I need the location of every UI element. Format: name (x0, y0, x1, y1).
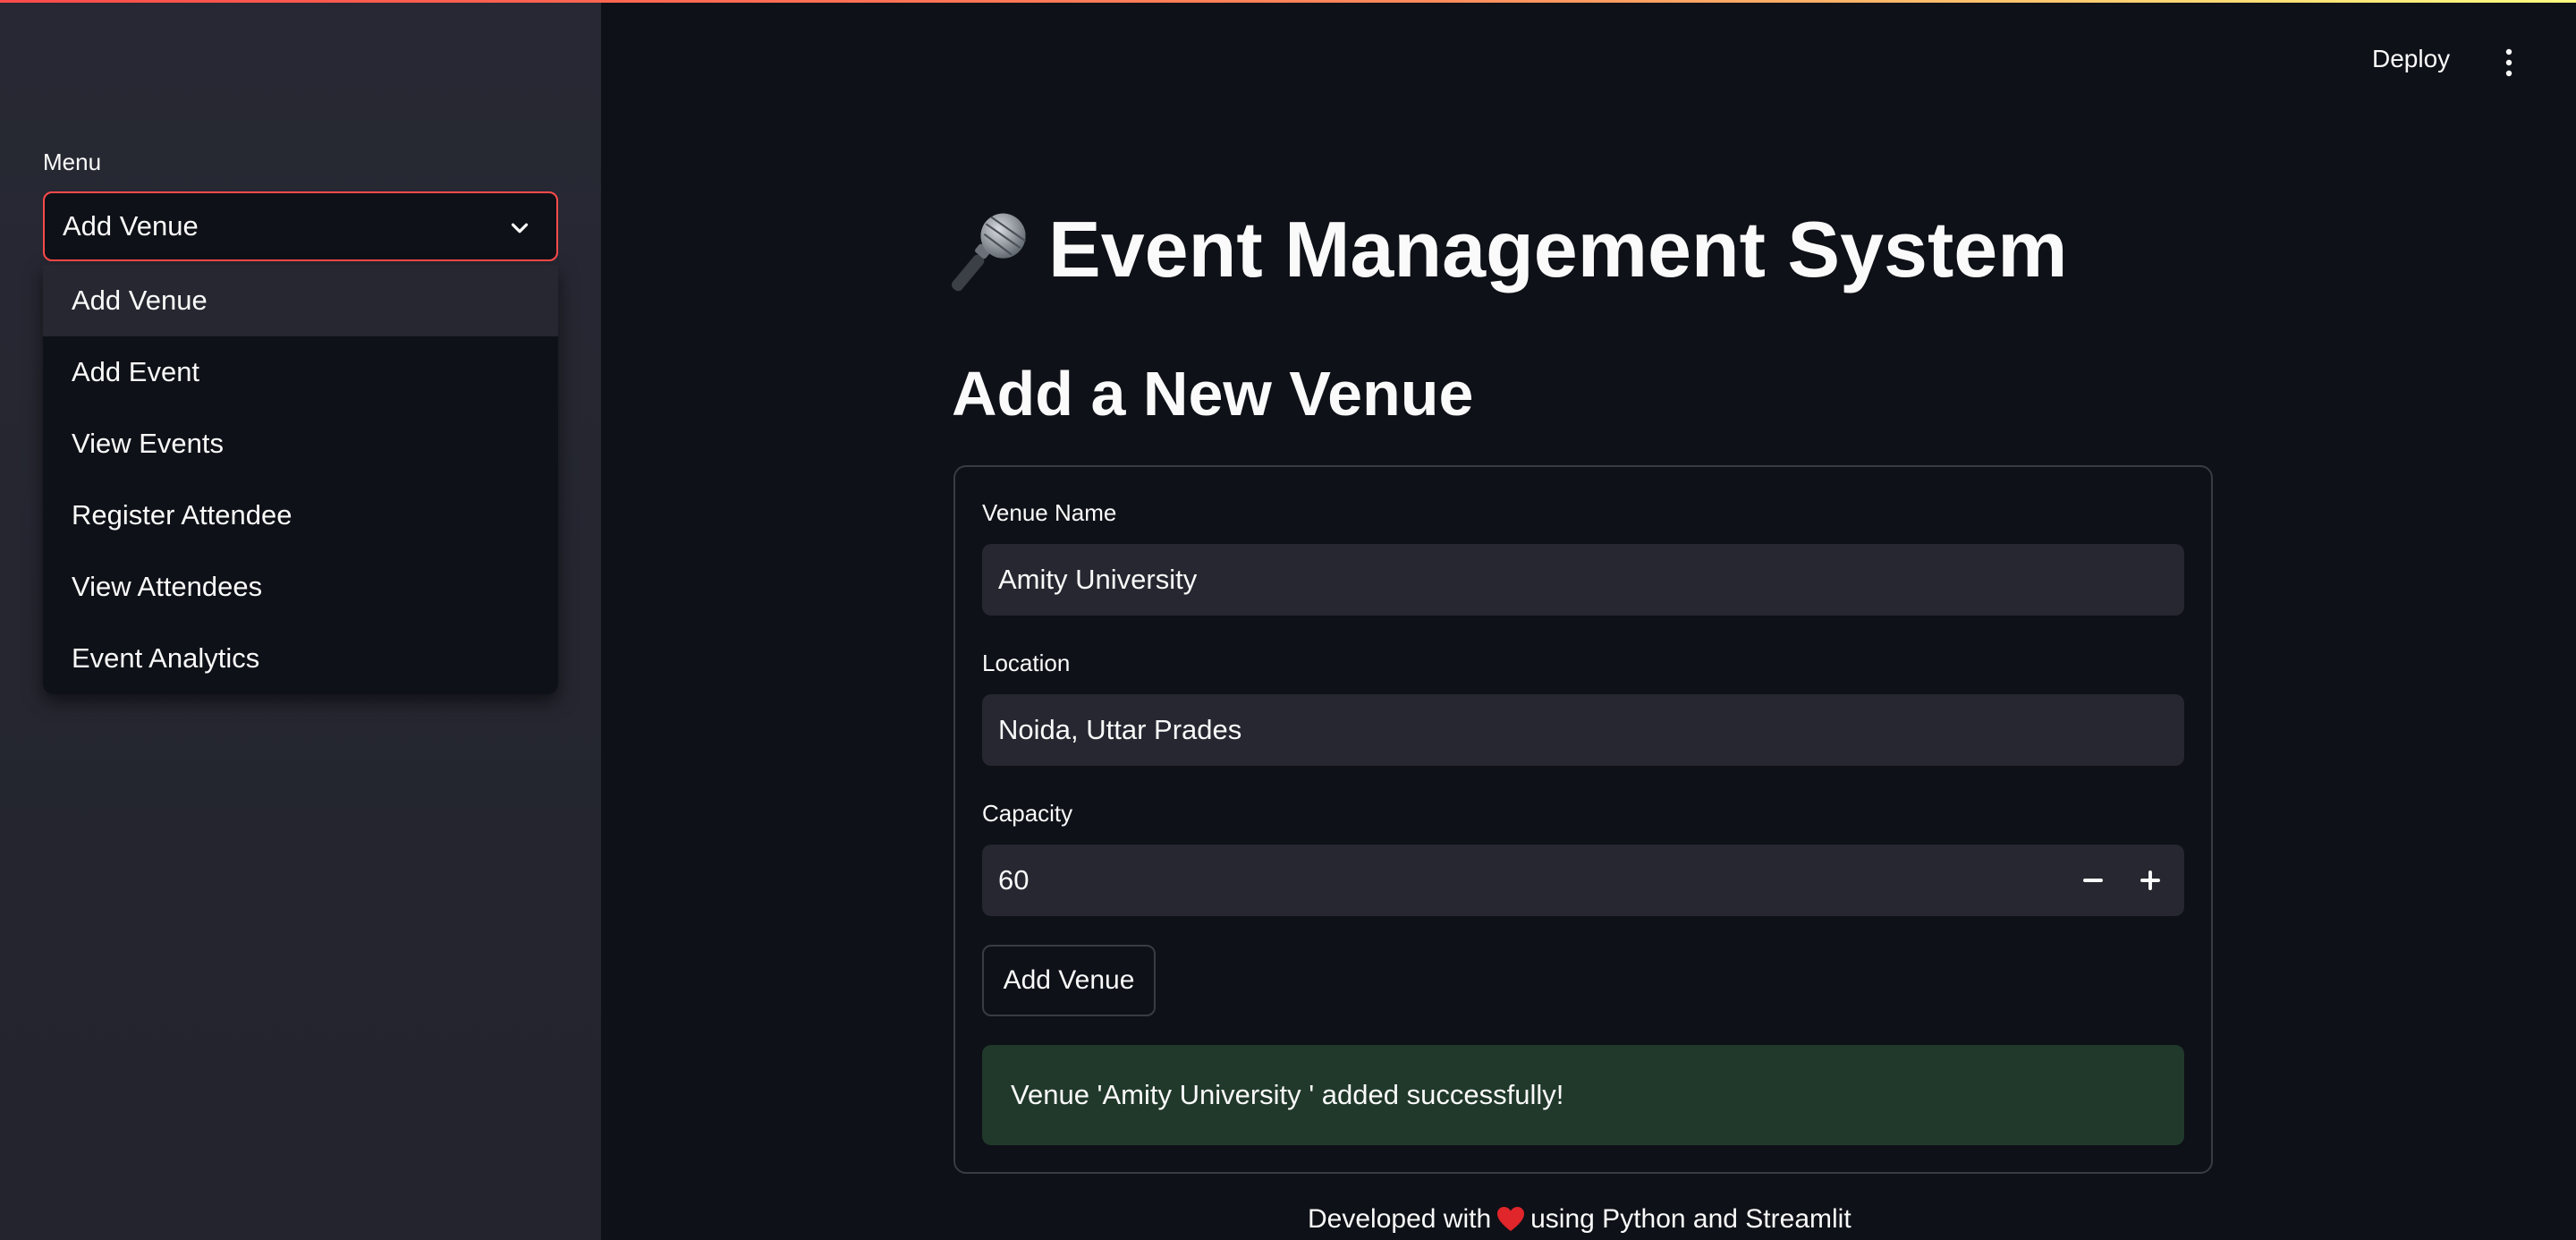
location-label: Location (982, 650, 1071, 676)
venue-form: Venue Name Amity University Location Noi… (953, 465, 2213, 1174)
success-alert: Venue 'Amity University ' added successf… (982, 1045, 2184, 1145)
menu-option-event-analytics[interactable]: Event Analytics (43, 623, 558, 694)
menu-select-value: Add Venue (63, 210, 199, 242)
venue-name-label: Venue Name (982, 499, 1117, 526)
top-accent-bar (0, 0, 2576, 3)
menu-option-view-events[interactable]: View Events (43, 408, 558, 480)
menu-select[interactable]: Add Venue (43, 191, 558, 261)
add-venue-button[interactable]: Add Venue (982, 945, 1156, 1016)
heart-icon (1497, 1207, 1525, 1231)
menu-option-register-attendee[interactable]: Register Attendee (43, 480, 558, 551)
venue-name-input[interactable]: Amity University (982, 544, 2184, 616)
location-input[interactable]: Noida, Uttar Prades (982, 694, 2184, 766)
minus-icon[interactable] (2077, 864, 2109, 896)
footer-text-after: using Python and Streamlit (1530, 1204, 1852, 1234)
page-title-text: Event Management System (1048, 205, 2068, 293)
footer: Developed with using Python and Streamli… (1308, 1204, 1852, 1235)
microphone-icon (951, 213, 1027, 292)
menu-label: Menu (43, 149, 102, 175)
capacity-label: Capacity (982, 800, 1073, 827)
menu-option-view-attendees[interactable]: View Attendees (43, 551, 558, 623)
capacity-value: 60 (998, 864, 1030, 896)
chevron-down-icon (511, 223, 529, 234)
menu-option-add-venue[interactable]: Add Venue (43, 265, 558, 336)
menu-option-add-event[interactable]: Add Event (43, 336, 558, 408)
deploy-button[interactable]: Deploy (2372, 45, 2450, 73)
section-heading: Add a New Venue (952, 359, 1474, 429)
sidebar: Menu Add Venue Add Venue Add Event View … (0, 0, 601, 1240)
kebab-menu-icon[interactable] (2496, 45, 2522, 81)
menu-dropdown-list: Add Venue Add Event View Events Register… (43, 265, 558, 694)
page-title: Event Management System (950, 204, 2068, 295)
plus-icon[interactable] (2134, 864, 2166, 896)
capacity-number-input[interactable]: 60 (982, 845, 2184, 916)
footer-text-before: Developed with (1308, 1204, 1492, 1234)
